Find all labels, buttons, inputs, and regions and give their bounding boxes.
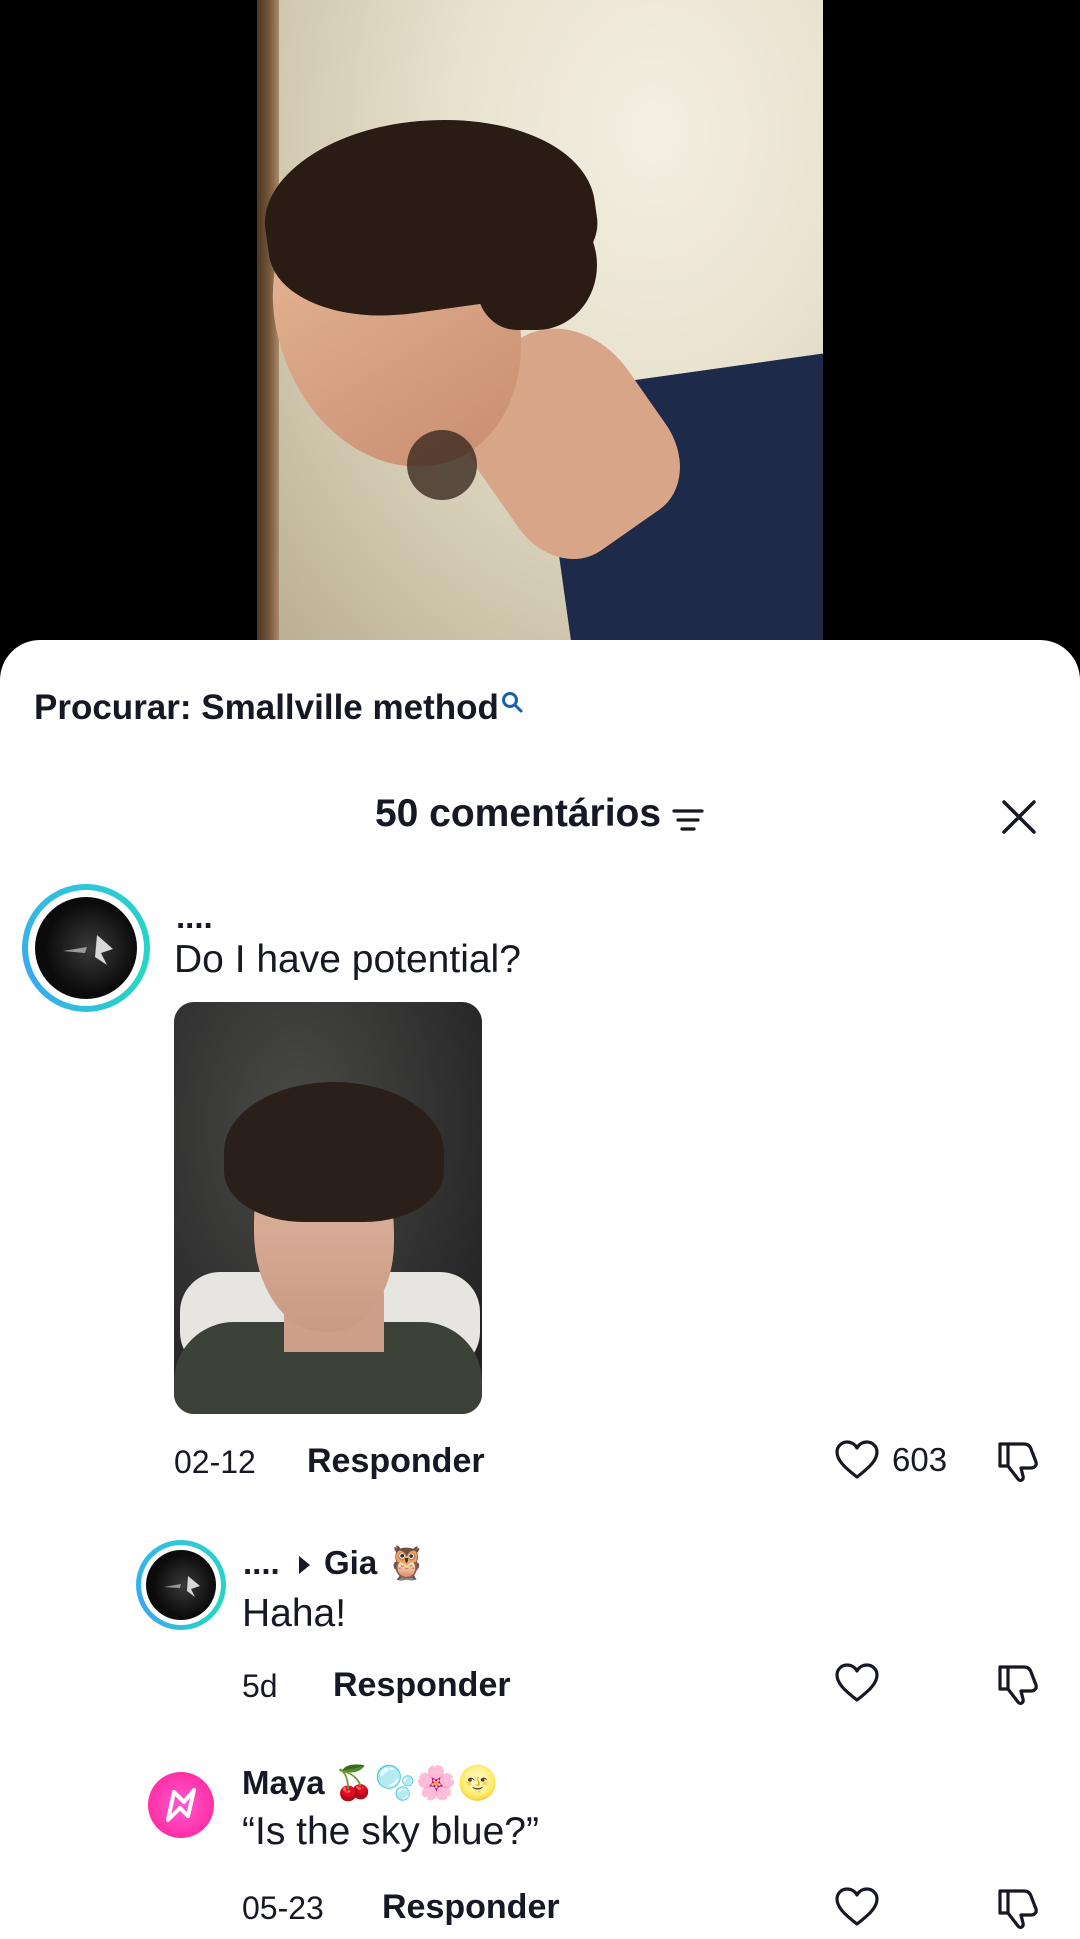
video-frame <box>257 0 823 660</box>
photo-hair <box>224 1082 444 1222</box>
close-icon <box>1002 800 1036 834</box>
comment-username[interactable]: .... <box>176 898 213 936</box>
reply-date: 05-23 <box>242 1890 324 1926</box>
comment-date: 02-12 <box>174 1444 256 1480</box>
reply-avatar-graphic <box>164 1576 200 1597</box>
comment-text: Do I have potential? <box>174 938 521 981</box>
like-button[interactable]: 603 <box>834 1439 947 1481</box>
video-subject-beard <box>407 430 477 500</box>
dislike-button[interactable] <box>994 1885 1042 1936</box>
sort-icon[interactable] <box>671 801 705 831</box>
like-button[interactable] <box>834 1662 880 1704</box>
reply-date: 5d <box>242 1668 278 1704</box>
search-icon <box>501 682 523 713</box>
reply-text: “Is the sky blue?” <box>242 1810 539 1853</box>
close-button[interactable] <box>996 794 1042 840</box>
reply-username[interactable]: .... <box>243 1544 280 1582</box>
avatar-graphic <box>63 935 113 965</box>
thumbs-down-icon <box>998 1889 1038 1930</box>
reply-button[interactable]: Responder <box>382 1888 560 1927</box>
comments-count-title: 50 comentários <box>374 792 662 835</box>
avatar-image <box>35 897 137 999</box>
heart-icon <box>835 1440 879 1479</box>
search-suggestion[interactable]: Procurar: Smallville method <box>34 688 523 728</box>
reply-avatar-image <box>146 1550 216 1620</box>
reply-avatar[interactable] <box>148 1772 214 1838</box>
dislike-button[interactable] <box>994 1661 1042 1712</box>
like-button[interactable] <box>834 1886 880 1928</box>
reply-username[interactable]: Maya 🍒🫧🌸🌝 <box>242 1764 498 1803</box>
video-subject-hair-side <box>477 200 597 330</box>
video-player[interactable] <box>0 0 1080 660</box>
heart-icon <box>835 1663 879 1702</box>
heart-icon <box>835 1887 879 1926</box>
comment-attached-photo[interactable] <box>174 1002 482 1414</box>
reply-button[interactable]: Responder <box>333 1666 511 1705</box>
comments-header: 50 comentários <box>0 792 1080 836</box>
thumbs-down-icon <box>998 1442 1038 1483</box>
reply-arrow-icon <box>299 1556 310 1574</box>
dislike-button[interactable] <box>994 1438 1042 1489</box>
avatar-graphic <box>166 1788 196 1822</box>
like-count: 603 <box>892 1441 948 1478</box>
comments-sheet: Procurar: Smallville method 50 comentári… <box>0 640 1080 1939</box>
avatar[interactable] <box>22 884 150 1012</box>
reply-button[interactable]: Responder <box>307 1442 485 1481</box>
search-suggestion-text: Procurar: Smallville method <box>34 688 499 727</box>
reply-avatar[interactable] <box>136 1540 226 1630</box>
reply-to-username[interactable]: Gia 🦉 <box>324 1544 427 1583</box>
reply-text: Haha! <box>242 1592 347 1635</box>
thumbs-down-icon <box>998 1665 1038 1706</box>
